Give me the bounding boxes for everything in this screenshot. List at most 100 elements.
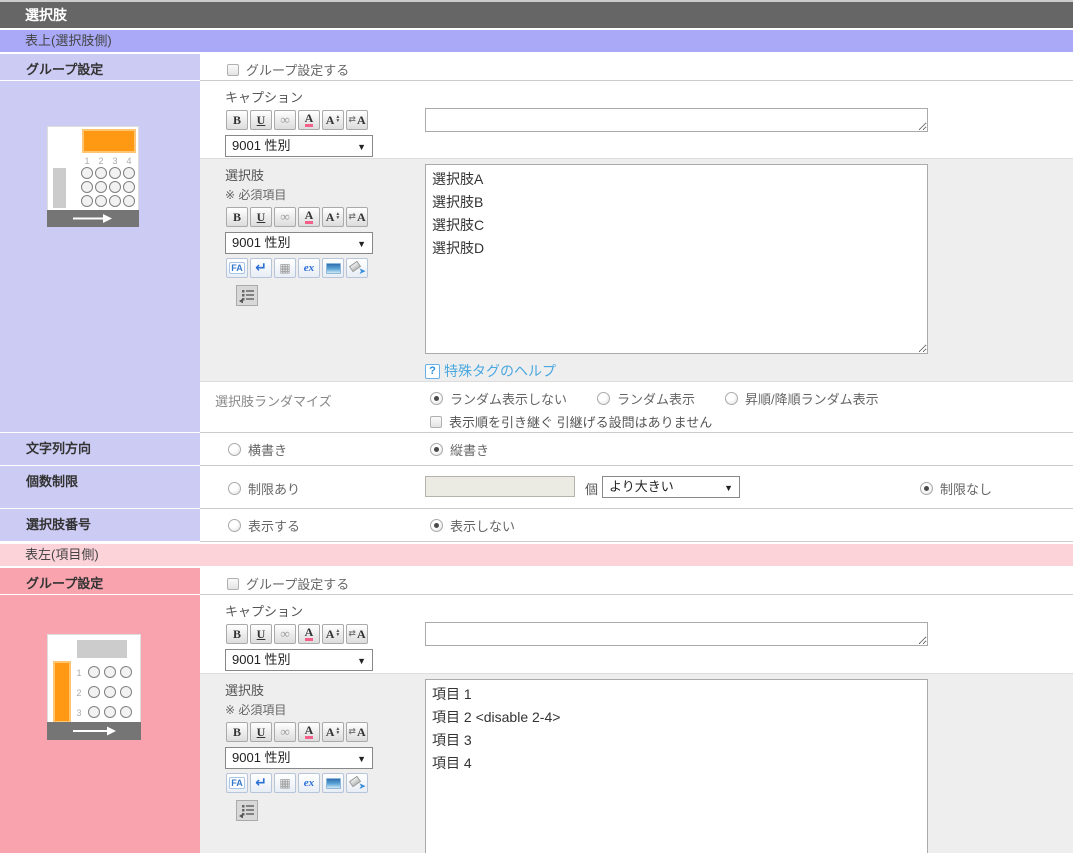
- bold-button[interactable]: B: [226, 722, 248, 742]
- ex-insert-button[interactable]: ex: [298, 773, 320, 793]
- triangle-down-icon: ▼: [335, 120, 340, 124]
- line-break-button[interactable]: ↵: [250, 773, 272, 793]
- underline-button[interactable]: U: [250, 207, 272, 227]
- link-button[interactable]: ∞: [274, 624, 296, 644]
- radio-icon[interactable]: [920, 482, 933, 495]
- caption-input-left[interactable]: [425, 622, 928, 646]
- card-button[interactable]: ▦: [274, 773, 296, 793]
- limit-count-input[interactable]: [425, 476, 575, 497]
- row-illustration-cell: 1 2 3: [0, 595, 200, 853]
- text-direction-button[interactable]: ⇄A: [346, 207, 368, 227]
- radio-icon[interactable]: [430, 443, 443, 456]
- radio-icon[interactable]: [725, 392, 738, 405]
- clear-tag-button[interactable]: ➤: [346, 258, 368, 278]
- number-show-option[interactable]: 表示する: [228, 516, 430, 535]
- choices-toolbar-left: B U ∞ A A▲▼ ⇄A: [226, 722, 425, 742]
- eraser-icon: ➤: [349, 776, 365, 790]
- radio-icon[interactable]: [430, 519, 443, 532]
- group-setting-checkbox-row[interactable]: グループ設定する: [227, 54, 1073, 79]
- direction-option-horizontal[interactable]: 横書き: [228, 440, 430, 459]
- radio-icon[interactable]: [228, 519, 241, 532]
- group-setting-checkbox[interactable]: [227, 578, 239, 590]
- underline-button[interactable]: U: [250, 110, 272, 130]
- font-size-button[interactable]: A▲▼: [322, 722, 344, 742]
- svg-text:1: 1: [76, 668, 81, 678]
- randomize-option-random[interactable]: ランダム表示: [597, 389, 695, 408]
- text-direction-button[interactable]: ⇄A: [346, 722, 368, 742]
- radio-icon[interactable]: [228, 482, 241, 495]
- line-break-button[interactable]: ↵: [250, 258, 272, 278]
- ex-insert-button[interactable]: ex: [298, 258, 320, 278]
- font-size-button[interactable]: A▲▼: [322, 207, 344, 227]
- radio-icon[interactable]: [228, 443, 241, 456]
- choices-label: 選択肢: [225, 680, 425, 699]
- font-size-button[interactable]: A▲▼: [322, 624, 344, 644]
- question-select-dropdown[interactable]: 9001 性別 ▼: [225, 232, 373, 254]
- list-indent-icon: [239, 803, 255, 818]
- randomize-option-none[interactable]: ランダム表示しない: [430, 389, 567, 408]
- link-button[interactable]: ∞: [274, 110, 296, 130]
- font-size-button[interactable]: A▲▼: [322, 110, 344, 130]
- limit-on-option[interactable]: 制限あり: [228, 479, 300, 498]
- question-select-dropdown[interactable]: 9001 性別 ▼: [225, 135, 373, 157]
- underline-button[interactable]: U: [250, 624, 272, 644]
- image-insert-button[interactable]: [322, 258, 344, 278]
- group-setting-checkbox-label: グループ設定する: [246, 60, 349, 79]
- font-color-button[interactable]: A: [298, 207, 320, 227]
- card-icon: ▦: [279, 776, 290, 790]
- bold-button[interactable]: B: [226, 207, 248, 227]
- inherit-order-checkbox-row[interactable]: 表示順を引き継ぐ 引継げる設問はありません: [430, 412, 1073, 431]
- group-setting-checkbox-row[interactable]: グループ設定する: [227, 568, 1073, 593]
- question-select-value: 9001 性別: [232, 138, 291, 153]
- image-insert-button[interactable]: [322, 773, 344, 793]
- underline-button[interactable]: U: [250, 722, 272, 742]
- fa-insert-button[interactable]: FA: [226, 258, 248, 278]
- choices-textarea-left[interactable]: 項目 1 項目 2 <disable 2-4> 項目 3 項目 4: [425, 679, 928, 853]
- choice-list-button[interactable]: [236, 800, 258, 821]
- direction-option-vertical[interactable]: 縦書き: [430, 440, 489, 459]
- unit-label: 個: [585, 479, 598, 498]
- row-label-cell: グループ設定: [0, 568, 200, 595]
- choices-textarea-top[interactable]: 選択肢A 選択肢B 選択肢C 選択肢D: [425, 164, 928, 354]
- choices-block-top: 選択肢 ※ 必須項目 B U ∞ A A▲▼ ⇄A 9001 性別 ▼: [200, 159, 1073, 382]
- text-direction-button[interactable]: ⇄A: [346, 624, 368, 644]
- clear-tag-button[interactable]: ➤: [346, 773, 368, 793]
- caption-block-top: キャプション B U ∞ A A▲▼ ⇄A 9001 性別 ▼: [200, 81, 1073, 159]
- page-title: 選択肢: [0, 0, 1073, 28]
- font-color-button[interactable]: A: [298, 722, 320, 742]
- bold-button[interactable]: B: [226, 624, 248, 644]
- question-select-dropdown[interactable]: 9001 性別 ▼: [225, 649, 373, 671]
- swap-arrows-icon: ⇄: [348, 115, 356, 125]
- link-button[interactable]: ∞: [274, 722, 296, 742]
- limit-off-option[interactable]: 制限なし: [920, 479, 992, 498]
- direction-a-glyph: A: [357, 210, 366, 225]
- radio-icon[interactable]: [597, 392, 610, 405]
- font-size-glyph: A: [326, 210, 335, 225]
- caption-toolbar-left: B U ∞ A A▲▼ ⇄A: [226, 624, 425, 644]
- card-button[interactable]: ▦: [274, 258, 296, 278]
- radio-icon[interactable]: [430, 392, 443, 405]
- caption-label: キャプション: [225, 87, 425, 106]
- group-setting-row-left: グループ設定 グループ設定する: [0, 568, 1073, 595]
- matrix-header-highlight-diagram: 1 2 3 4: [47, 126, 139, 227]
- comparator-dropdown[interactable]: より大きい ▼: [602, 476, 740, 498]
- randomize-option-asc-desc[interactable]: 昇順/降順ランダム表示: [725, 389, 879, 408]
- group-setting-checkbox[interactable]: [227, 64, 239, 76]
- question-select-value: 9001 性別: [232, 750, 291, 765]
- fa-insert-button[interactable]: FA: [226, 773, 248, 793]
- chevron-down-icon: ▼: [357, 233, 366, 255]
- randomize-label: 選択肢ランダマイズ: [200, 382, 430, 432]
- number-hide-option[interactable]: 表示しない: [430, 516, 515, 535]
- special-tag-help-link[interactable]: ? 特殊タグのヘルプ: [425, 361, 1073, 381]
- inherit-order-checkbox[interactable]: [430, 416, 442, 428]
- font-color-button[interactable]: A: [298, 110, 320, 130]
- question-select-dropdown[interactable]: 9001 性別 ▼: [225, 747, 373, 769]
- choice-list-button[interactable]: [236, 285, 258, 306]
- link-button[interactable]: ∞: [274, 207, 296, 227]
- caption-input-top[interactable]: [425, 108, 928, 132]
- group-setting-checkbox-label: グループ設定する: [246, 574, 349, 593]
- choices-config-row-top: 1 2 3 4 キャプション: [0, 81, 1073, 433]
- bold-button[interactable]: B: [226, 110, 248, 130]
- text-direction-button[interactable]: ⇄A: [346, 110, 368, 130]
- font-color-button[interactable]: A: [298, 624, 320, 644]
